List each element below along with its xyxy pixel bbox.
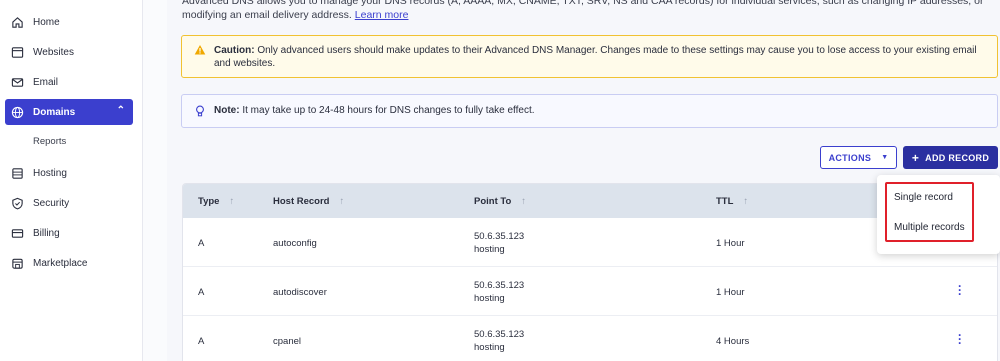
home-icon	[11, 16, 24, 29]
cell-type: A	[198, 287, 205, 298]
cell-point-ip: 50.6.35.123	[474, 231, 525, 242]
column-header-label: Type	[198, 196, 220, 207]
sidebar-item-label: Domains	[33, 106, 76, 118]
caution-title: Caution:	[214, 45, 255, 56]
column-header-label: Point To	[474, 196, 512, 207]
add-record-label: ADD RECORD	[925, 152, 990, 163]
intro-text: Advanced DNS allows you to manage your D…	[182, 0, 992, 22]
card-icon	[11, 227, 24, 240]
plus-icon: +	[911, 150, 920, 165]
column-header-host[interactable]: Host Record ↑	[273, 196, 344, 207]
sidebar-item-label: Email	[33, 76, 59, 88]
dns-records-table: Type ↑ Host Record ↑ Point To ↑ TTL ↑ A auto…	[182, 183, 998, 361]
websites-icon	[11, 46, 24, 59]
sidebar-item-websites[interactable]: Websites	[5, 39, 133, 65]
sidebar-item-security[interactable]: Security	[5, 190, 133, 216]
actions-button[interactable]: ACTIONS ▼	[820, 146, 897, 169]
cell-host: cpanel	[273, 336, 301, 347]
lightbulb-icon	[194, 105, 206, 127]
sidebar-item-label: Home	[33, 16, 60, 28]
column-header-point-to[interactable]: Point To ↑	[474, 196, 526, 207]
sidebar-item-email[interactable]: Email	[5, 69, 133, 95]
warning-icon	[194, 44, 206, 77]
note-banner: Note: It may take up to 24-48 hours for …	[181, 94, 998, 128]
menu-item-multiple-records[interactable]: Multiple records	[894, 222, 965, 233]
caution-banner: Caution: Only advanced users should make…	[181, 35, 998, 78]
sort-arrow-icon[interactable]: ↑	[229, 196, 234, 207]
sort-arrow-icon[interactable]: ↑	[743, 196, 748, 207]
note-text: Note: It may take up to 24-48 hours for …	[214, 105, 535, 127]
server-icon	[11, 167, 24, 180]
sidebar-item-label: Websites	[33, 46, 74, 58]
sidebar-item-label: Security	[33, 197, 70, 209]
chevron-up-icon[interactable]: ⌃	[117, 105, 125, 116]
cell-point-label: hosting	[474, 293, 505, 304]
highlight-box	[885, 182, 974, 242]
sidebar-item-label: Hosting	[33, 167, 67, 179]
cell-host: autoconfig	[273, 238, 317, 249]
cell-point-label: hosting	[474, 244, 505, 255]
row-menu-icon[interactable]: · · ·	[956, 280, 964, 300]
email-icon	[11, 76, 24, 89]
cell-type: A	[198, 238, 205, 249]
caret-down-icon: ▼	[881, 154, 889, 161]
column-header-ttl[interactable]: TTL ↑	[716, 196, 748, 207]
menu-item-single-record[interactable]: Single record	[894, 192, 953, 203]
shield-icon	[11, 197, 24, 210]
gutter	[143, 0, 167, 361]
sort-arrow-icon[interactable]: ↑	[339, 196, 344, 207]
table-row: A autodiscover 50.6.35.123 hosting 1 Hou…	[183, 267, 997, 316]
sidebar-item-marketplace[interactable]: Marketplace	[5, 250, 133, 276]
column-header-label: TTL	[716, 196, 734, 207]
note-body: It may take up to 24-48 hours for DNS ch…	[242, 105, 535, 116]
column-header-type[interactable]: Type ↑	[198, 196, 234, 207]
sidebar-item-label: Billing	[33, 227, 60, 239]
sidebar-item-label: Marketplace	[33, 257, 88, 269]
row-menu-icon[interactable]: · · ·	[956, 329, 964, 349]
store-icon	[11, 257, 24, 270]
cell-host: autodiscover	[273, 287, 327, 298]
sidebar-item-home[interactable]: Home	[5, 9, 133, 35]
sidebar-item-billing[interactable]: Billing	[5, 220, 133, 246]
intro-body: Advanced DNS allows you to manage your D…	[182, 0, 984, 21]
cell-point-ip: 50.6.35.123	[474, 280, 525, 291]
sidebar-item-domains[interactable]: Domains ⌃	[5, 99, 133, 125]
cell-point-label: hosting	[474, 342, 505, 353]
sort-arrow-icon[interactable]: ↑	[521, 196, 526, 207]
table-header: Type ↑ Host Record ↑ Point To ↑ TTL ↑	[183, 184, 997, 218]
add-record-button[interactable]: + ADD RECORD	[903, 146, 998, 169]
column-header-label: Host Record	[273, 196, 330, 207]
cell-ttl: 4 Hours	[716, 336, 750, 347]
globe-icon	[11, 106, 24, 119]
caution-text: Caution: Only advanced users should make…	[214, 44, 987, 77]
note-title: Note:	[214, 105, 240, 116]
sidebar: Home Websites Email Domains ⌃ Reports Ho…	[0, 0, 143, 361]
caution-body: Only advanced users should make updates …	[214, 45, 977, 69]
table-row: A autoconfig 50.6.35.123 hosting 1 Hour	[183, 218, 997, 267]
cell-point-ip: 50.6.35.123	[474, 329, 525, 340]
cell-ttl: 1 Hour	[716, 238, 745, 249]
cell-ttl: 1 Hour	[716, 287, 745, 298]
sidebar-item-hosting[interactable]: Hosting	[5, 160, 133, 186]
actions-label: ACTIONS	[828, 152, 872, 163]
cell-type: A	[198, 336, 205, 347]
table-row: A cpanel 50.6.35.123 hosting 4 Hours · · ·	[183, 316, 997, 361]
learn-more-link[interactable]: Learn more	[355, 9, 409, 21]
sidebar-subitem-reports[interactable]: Reports	[33, 136, 66, 147]
